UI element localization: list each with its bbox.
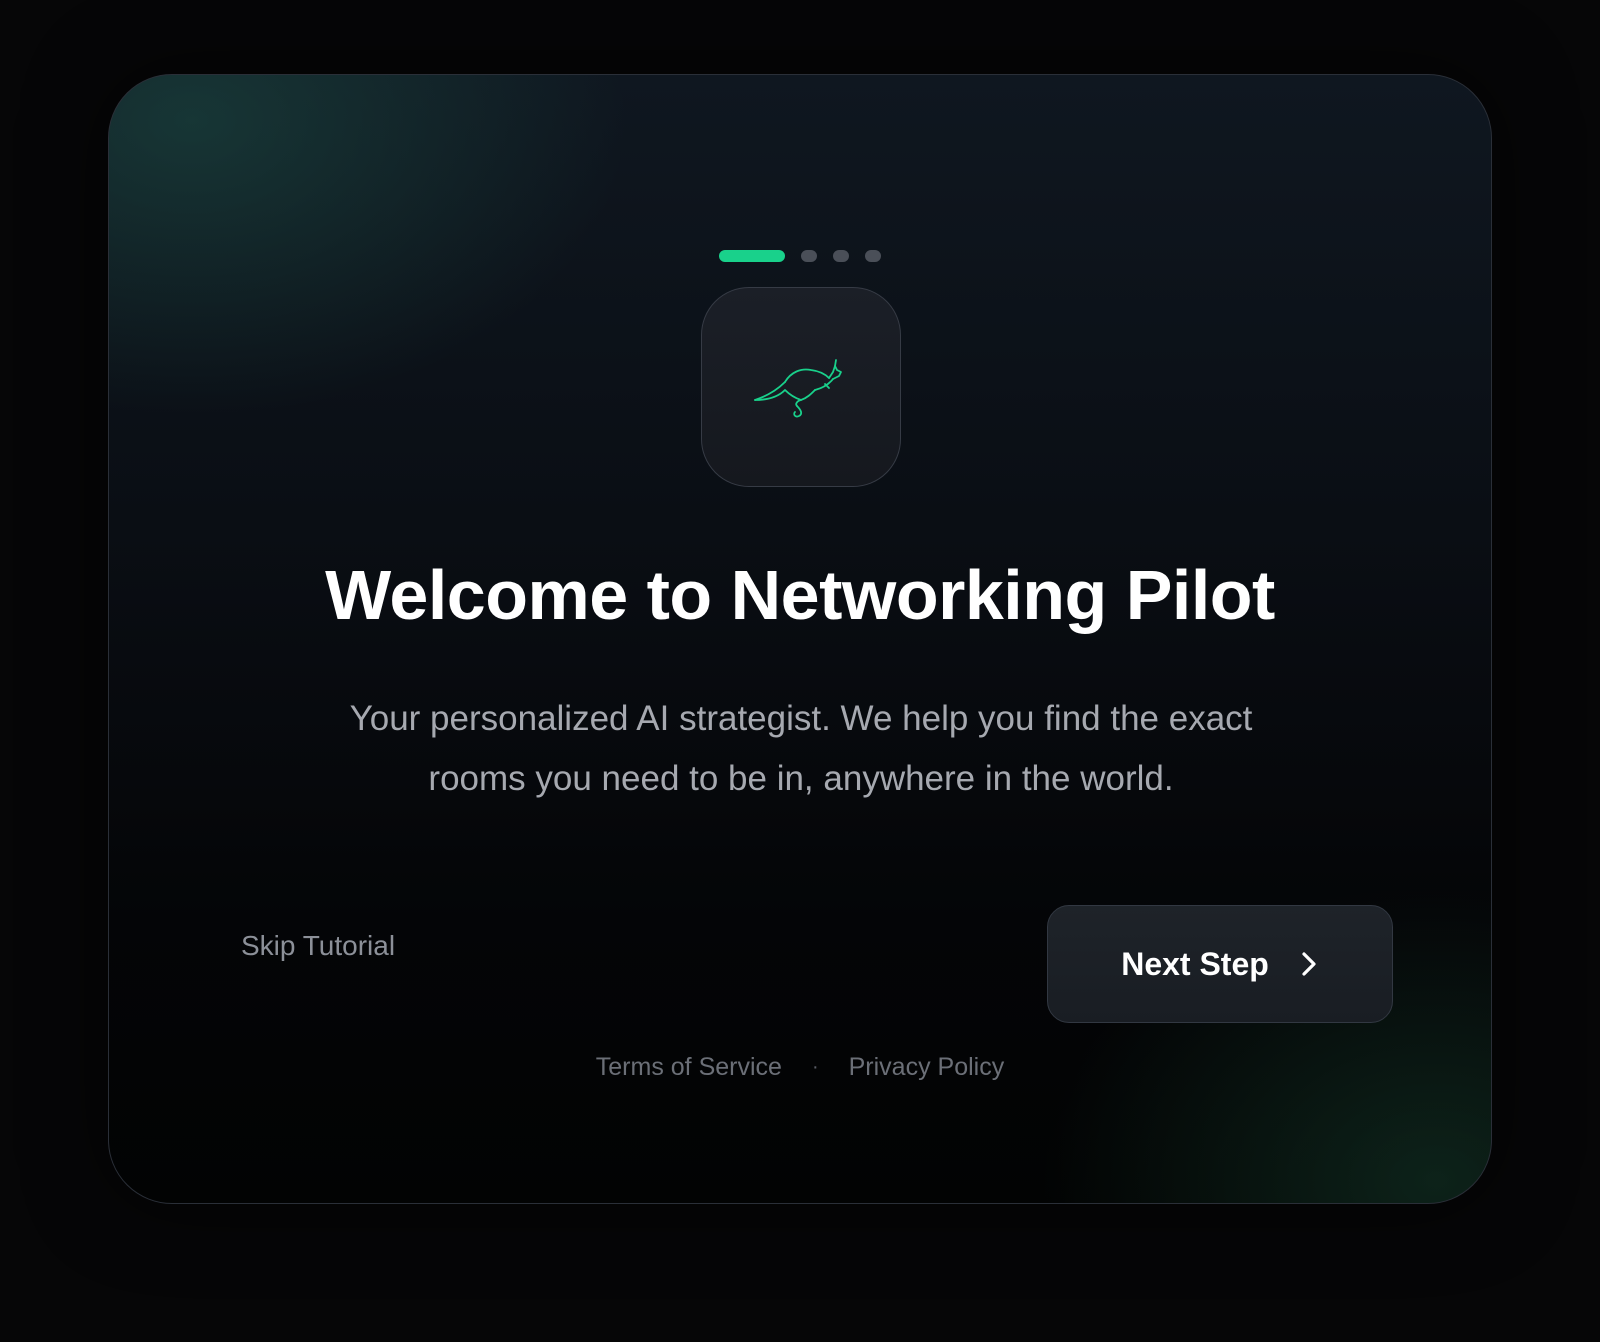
step-dot-4[interactable] bbox=[865, 250, 881, 262]
kangaroo-icon bbox=[754, 359, 842, 418]
skip-tutorial-button[interactable]: Skip Tutorial bbox=[241, 930, 395, 962]
step-dot-2[interactable] bbox=[801, 250, 817, 262]
step-dot-3[interactable] bbox=[833, 250, 849, 262]
welcome-title: Welcome to Networking Pilot bbox=[325, 556, 1275, 634]
welcome-subtitle: Your personalized AI strategist. We help… bbox=[349, 699, 1253, 798]
terms-of-service-link[interactable]: Terms of Service bbox=[596, 1053, 782, 1082]
onboarding-card: Welcome to Networking Pilot Your persona… bbox=[108, 74, 1492, 1204]
privacy-policy-link[interactable]: Privacy Policy bbox=[849, 1053, 1005, 1082]
step-indicator bbox=[109, 249, 1491, 263]
next-step-label: Next Step bbox=[1121, 945, 1269, 982]
footer-separator: · bbox=[811, 1056, 819, 1078]
legal-footer: Terms of Service · Privacy Policy bbox=[109, 1053, 1491, 1082]
next-step-button[interactable]: Next Step bbox=[1047, 905, 1393, 1023]
app-logo-tile bbox=[701, 287, 901, 487]
step-dot-1-active[interactable] bbox=[719, 250, 785, 262]
chevron-right-icon bbox=[1302, 952, 1316, 976]
